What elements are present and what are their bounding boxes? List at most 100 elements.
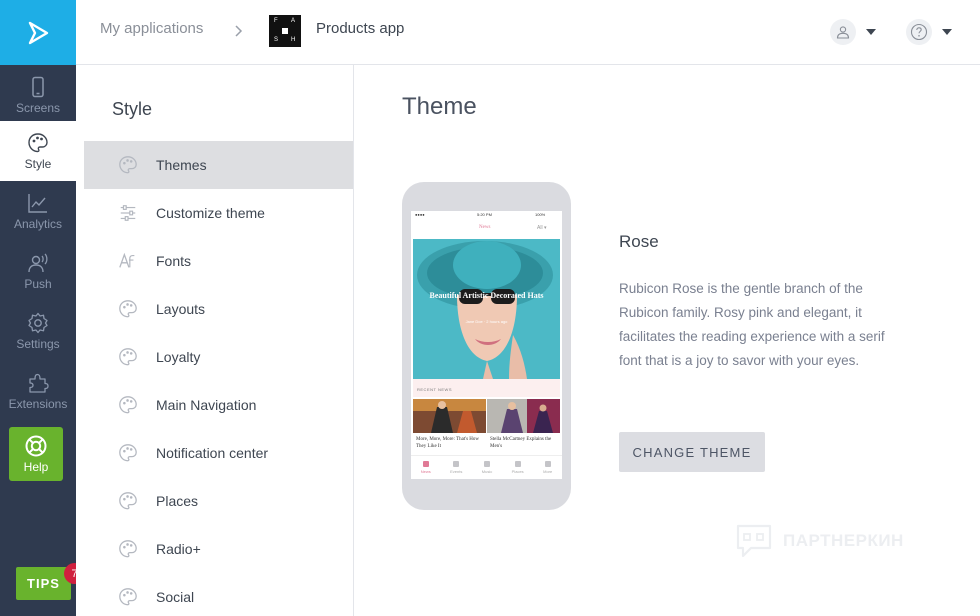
theme-preview-phone: ●●●● 5:20 PM 100% News All ▾ Beautiful A…	[402, 182, 571, 510]
style-submenu: Style Themes Customize theme Fonts Layou…	[76, 65, 354, 616]
app-thumb-letter: S	[274, 37, 279, 43]
watermark: ПАРТНЕРКИН	[735, 522, 904, 560]
rail-label: Style	[24, 156, 52, 171]
user-menu-button[interactable]	[830, 19, 856, 45]
music-icon	[484, 461, 491, 467]
phone-screen: ●●●● 5:20 PM 100% News All ▾ Beautiful A…	[411, 211, 562, 479]
palette-icon	[119, 540, 137, 558]
app-logo[interactable]	[0, 0, 76, 65]
chat-bubble-icon	[736, 524, 772, 558]
left-rail: Screens Style Analytics Push Settings Ex…	[0, 0, 85, 616]
more-icon	[544, 461, 551, 467]
submenu-item-loyalty[interactable]: Loyalty	[84, 333, 353, 381]
sliders-icon	[120, 205, 136, 221]
submenu-item-label: Social	[156, 589, 195, 605]
user-icon	[836, 26, 850, 39]
phone-nav-title: News	[479, 225, 491, 230]
submenu-item-label: Places	[156, 493, 199, 509]
theme-description: Rubicon Rose is the gentle branch of the…	[619, 281, 885, 368]
fashion-photo-illustration	[413, 399, 486, 433]
help-button[interactable]: Help	[9, 427, 63, 481]
watermark-text: ПАРТНЕРКИН	[783, 531, 904, 550]
palette-icon	[119, 348, 137, 366]
rail-label: Screens	[15, 100, 61, 115]
submenu-item-label: Customize theme	[156, 205, 265, 221]
app-thumb-letter: F	[274, 18, 278, 24]
gear-icon	[28, 312, 48, 333]
rail-item-style[interactable]: Style	[0, 121, 76, 181]
submenu-item-label: Loyalty	[156, 349, 201, 365]
submenu-item-label: Layouts	[156, 301, 206, 317]
phone-card-image-1	[413, 399, 486, 433]
submenu-item-layouts[interactable]: Layouts	[84, 285, 353, 333]
phone-hero-meta: Jane Doe · 2 hours ago	[465, 319, 508, 324]
top-bar: My applications F A S H Products app	[76, 0, 980, 65]
phone-recent-label: RECENT NEWS	[413, 379, 560, 397]
phone-tab-news: News	[421, 461, 431, 474]
theme-name: Rose	[619, 232, 659, 251]
phone-status-bar: ●●●● 5:20 PM 100%	[411, 211, 562, 219]
push-icon	[28, 253, 48, 272]
palette-icon	[119, 156, 137, 174]
phone-nav-row: News All ▾	[411, 223, 562, 233]
submenu-item-label: Main Navigation	[156, 397, 257, 413]
rail-item-push[interactable]: Push	[0, 241, 76, 301]
status-time: 5:20 PM	[477, 212, 492, 217]
app-thumb-letter: H	[291, 37, 296, 43]
submenu-title: Style	[112, 99, 153, 119]
rail-label: Settings	[16, 336, 60, 351]
submenu-item-main-navigation[interactable]: Main Navigation	[84, 381, 353, 429]
phone-tab-places: Places	[512, 461, 524, 474]
app-thumb-dot	[282, 28, 288, 34]
phone-tab-events: Events	[450, 461, 462, 474]
breadcrumb-my-applications[interactable]: My applications	[100, 20, 203, 37]
palette-icon	[119, 300, 137, 318]
submenu-item-places[interactable]: Places	[84, 477, 353, 525]
rail-item-extensions[interactable]: Extensions	[0, 361, 76, 421]
phone-nav-filter: All ▾	[537, 225, 547, 231]
breadcrumb-app-name[interactable]: Products app	[316, 20, 404, 37]
tips-button[interactable]: TIPS	[16, 567, 71, 600]
phone-tab-bar: News Events Music Places More	[411, 455, 562, 479]
phone-card-caption-1: More, More, More: That's How They Like I…	[416, 437, 480, 449]
fashion-photo-illustration	[487, 399, 560, 433]
rail-item-analytics[interactable]: Analytics	[0, 181, 76, 241]
phone-card-image-2	[487, 399, 560, 433]
palette-icon	[28, 132, 48, 152]
help-menu-button[interactable]	[906, 19, 932, 45]
rail-item-settings[interactable]: Settings	[0, 301, 76, 361]
rail-label: Extensions	[8, 396, 68, 411]
phone-card-caption-2: Stella McCartney Explains the Men's	[490, 437, 552, 449]
change-theme-button[interactable]: CHANGE THEME	[619, 432, 765, 472]
status-signal: ●●●●	[415, 212, 425, 217]
submenu-item-label: Themes	[156, 157, 207, 173]
palette-icon	[119, 396, 137, 414]
submenu-item-notification-center[interactable]: Notification center	[84, 429, 353, 477]
submenu-item-label: Fonts	[156, 253, 192, 269]
phone-hero-image: Beautiful Artistic Decorated Hats Jane D…	[413, 239, 560, 379]
user-menu-caret-icon[interactable]	[866, 29, 876, 35]
palette-icon	[119, 444, 137, 462]
phone-tab-music: Music	[482, 461, 492, 474]
help-menu-caret-icon[interactable]	[942, 29, 952, 35]
submenu-item-social[interactable]: Social	[84, 573, 353, 616]
rail-label: Analytics	[13, 216, 63, 231]
rail-item-screens[interactable]: Screens	[0, 65, 76, 125]
phone-hero-title: Beautiful Artistic Decorated Hats	[429, 291, 544, 300]
phone-tab-more: More	[543, 461, 552, 474]
submenu-item-customize-theme[interactable]: Customize theme	[84, 189, 353, 237]
submenu-item-radio-plus[interactable]: Radio+	[84, 525, 353, 573]
app-thumbnail[interactable]: F A S H	[269, 15, 301, 47]
chart-icon	[28, 193, 47, 213]
submenu-item-label: Radio+	[156, 541, 201, 557]
app-thumb-letter: A	[291, 18, 296, 24]
lifebuoy-icon	[25, 435, 47, 457]
palette-icon	[119, 588, 137, 606]
page-title: Theme	[402, 93, 477, 120]
submenu-item-themes[interactable]: Themes	[84, 141, 353, 189]
status-battery: 100%	[535, 212, 546, 217]
logo-icon	[28, 21, 49, 44]
rail-label: Push	[24, 276, 52, 291]
calendar-icon	[453, 461, 460, 467]
submenu-item-fonts[interactable]: Fonts	[84, 237, 353, 285]
